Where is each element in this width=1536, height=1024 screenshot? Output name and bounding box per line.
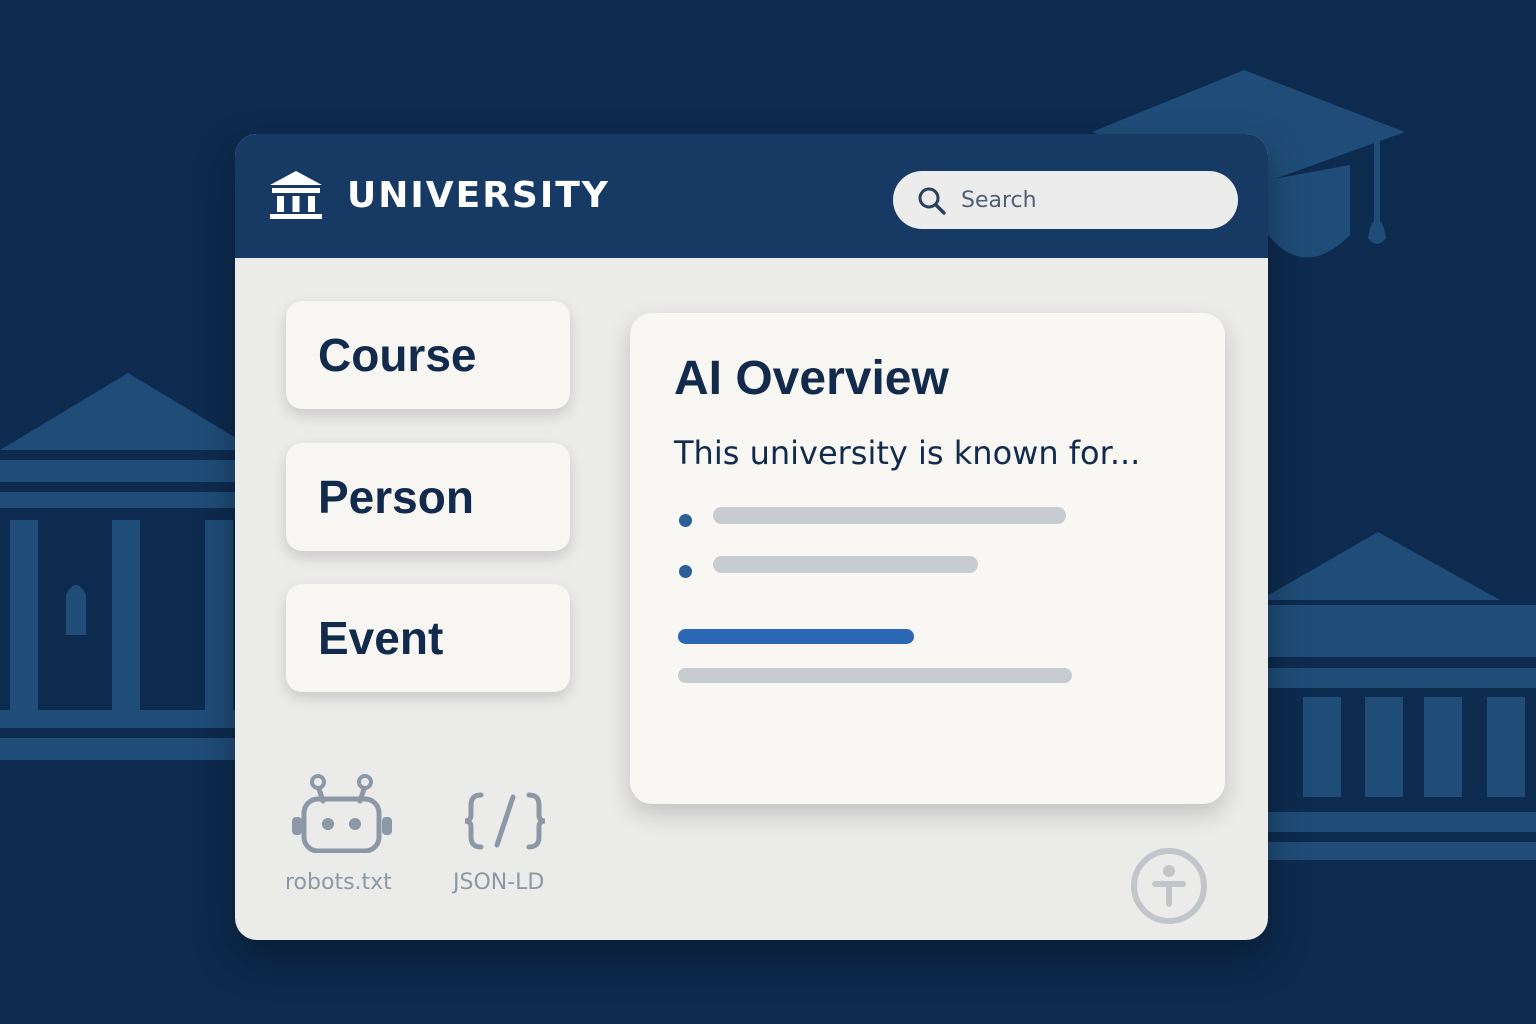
nav-card-label: Event bbox=[318, 612, 444, 664]
accessibility-icon[interactable] bbox=[1130, 847, 1208, 925]
nav-card-event[interactable]: Event bbox=[286, 584, 570, 692]
nav-card-label: Course bbox=[318, 329, 477, 381]
browser-window: UNIVERSITY Course Person Event AI Overvi… bbox=[235, 134, 1268, 940]
ai-overview-card: AI Overview This university is known for… bbox=[630, 313, 1225, 804]
bullet-dot bbox=[679, 514, 692, 527]
nav-card-person[interactable]: Person bbox=[286, 443, 570, 551]
nav-card-course[interactable]: Course bbox=[286, 301, 570, 409]
university-building-icon bbox=[270, 171, 322, 219]
ai-overview-title: AI Overview bbox=[674, 352, 949, 405]
search-box[interactable] bbox=[893, 171, 1238, 229]
link-placeholder-bar[interactable] bbox=[678, 629, 914, 644]
text-placeholder-bar bbox=[713, 507, 1066, 524]
site-brand[interactable]: UNIVERSITY bbox=[347, 174, 610, 218]
text-placeholder-bar bbox=[678, 668, 1072, 683]
search-input[interactable] bbox=[961, 183, 1211, 217]
nav-card-label: Person bbox=[318, 471, 474, 523]
tool-label-robots[interactable]: robots.txt bbox=[285, 869, 392, 897]
code-braces-icon bbox=[464, 792, 546, 850]
bullet-dot bbox=[679, 565, 692, 578]
site-header: UNIVERSITY bbox=[235, 134, 1268, 258]
robot-icon bbox=[292, 774, 392, 853]
ai-overview-summary: This university is known for... bbox=[674, 434, 1141, 472]
search-icon[interactable] bbox=[917, 186, 947, 216]
tool-label-json-ld[interactable]: JSON-LD bbox=[453, 869, 544, 897]
text-placeholder-bar bbox=[713, 556, 978, 573]
